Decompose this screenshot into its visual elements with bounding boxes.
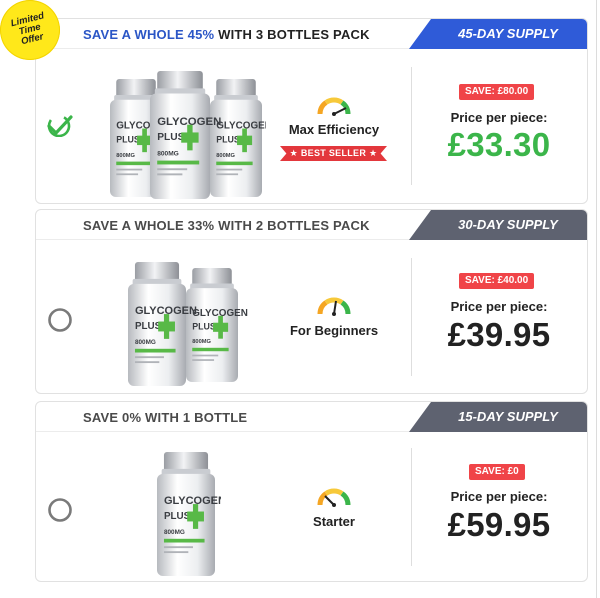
supply-ribbon: 30-DAY SUPPLY	[409, 210, 587, 240]
price-per-piece: £33.30	[447, 126, 551, 163]
option-headline: SAVE A WHOLE 33% WITH 2 BOTTLES PACK	[83, 218, 370, 233]
svg-text:PLUS: PLUS	[157, 132, 184, 143]
savings-badge: SAVE: £0	[469, 464, 525, 480]
svg-text:PLUS: PLUS	[216, 135, 240, 145]
efficiency-gauge-icon	[317, 488, 351, 507]
best-seller-tag: ★ BEST SELLER ★	[280, 146, 387, 161]
radio-unselected-icon[interactable]	[47, 497, 73, 523]
price-label: Price per piece:	[450, 489, 548, 504]
checkmark-icon[interactable]	[47, 114, 73, 142]
option-headline: SAVE 0% WITH 1 BOTTLE	[83, 410, 248, 425]
svg-text:PLUS: PLUS	[116, 135, 140, 145]
svg-text:GLYCOGEN: GLYCOGEN	[164, 495, 221, 507]
performance-label: For Beginners	[289, 323, 379, 338]
bundle-option-2-bottles[interactable]: SAVE A WHOLE 33% WITH 2 BOTTLES PACK 30-…	[35, 209, 588, 394]
svg-text:GLYCOGEN: GLYCOGEN	[216, 121, 266, 132]
svg-text:800MG: 800MG	[135, 339, 156, 346]
efficiency-gauge-icon	[317, 97, 351, 116]
efficiency-gauge-icon	[317, 297, 351, 316]
product-bottles-image: GLYCOGEN PLUS 800MG GLYCOGEN PLUS 800MG	[106, 71, 272, 203]
product-bottles-image: GLYCOGEN PLUS 800MG	[151, 452, 226, 581]
option-header: SAVE A WHOLE 33% WITH 2 BOTTLES PACK 30-…	[36, 210, 587, 240]
svg-text:800MG: 800MG	[116, 153, 135, 159]
option-headline-highlight: SAVE A WHOLE 45%	[83, 27, 215, 42]
svg-text:800MG: 800MG	[164, 529, 185, 536]
limited-time-label: Limited Time Offer	[9, 10, 46, 48]
price-label: Price per piece:	[450, 299, 548, 314]
savings-badge: SAVE: £80.00	[459, 84, 535, 100]
radio-unselected-icon[interactable]	[47, 307, 73, 333]
option-headline: SAVE A WHOLE 45% WITH 3 BOTTLES PACK	[83, 27, 370, 42]
price-per-piece: £39.95	[447, 316, 551, 353]
svg-text:PLUS: PLUS	[192, 322, 216, 332]
svg-text:800MG: 800MG	[157, 150, 179, 157]
price-label: Price per piece:	[450, 110, 548, 125]
performance-label: Starter	[313, 514, 355, 529]
savings-badge: SAVE: £40.00	[459, 273, 535, 289]
svg-text:PLUS: PLUS	[164, 511, 191, 522]
svg-text:800MG: 800MG	[192, 339, 211, 345]
price-per-piece: £59.95	[447, 506, 551, 543]
option-headline-rest: WITH 3 BOTTLES PACK	[214, 27, 370, 42]
option-header: SAVE A WHOLE 45% WITH 3 BOTTLES PACK 45-…	[36, 19, 587, 49]
bundle-option-3-bottles[interactable]: SAVE A WHOLE 45% WITH 3 BOTTLES PACK 45-…	[35, 18, 588, 204]
supply-ribbon: 15-DAY SUPPLY	[409, 402, 587, 432]
supply-ribbon: 45-DAY SUPPLY	[409, 19, 587, 49]
page-edge-divider	[596, 0, 597, 598]
bundle-option-1-bottle[interactable]: SAVE 0% WITH 1 BOTTLE 15-DAY SUPPLY GLYC…	[35, 401, 588, 582]
performance-label: Max Efficiency	[288, 122, 380, 137]
svg-text:PLUS: PLUS	[135, 321, 162, 332]
product-bottles-image: GLYCOGEN PLUS 800MG GLYCOGEN PLUS 800MG	[128, 262, 248, 392]
svg-text:800MG: 800MG	[216, 153, 235, 159]
option-header: SAVE 0% WITH 1 BOTTLE 15-DAY SUPPLY	[36, 402, 587, 432]
